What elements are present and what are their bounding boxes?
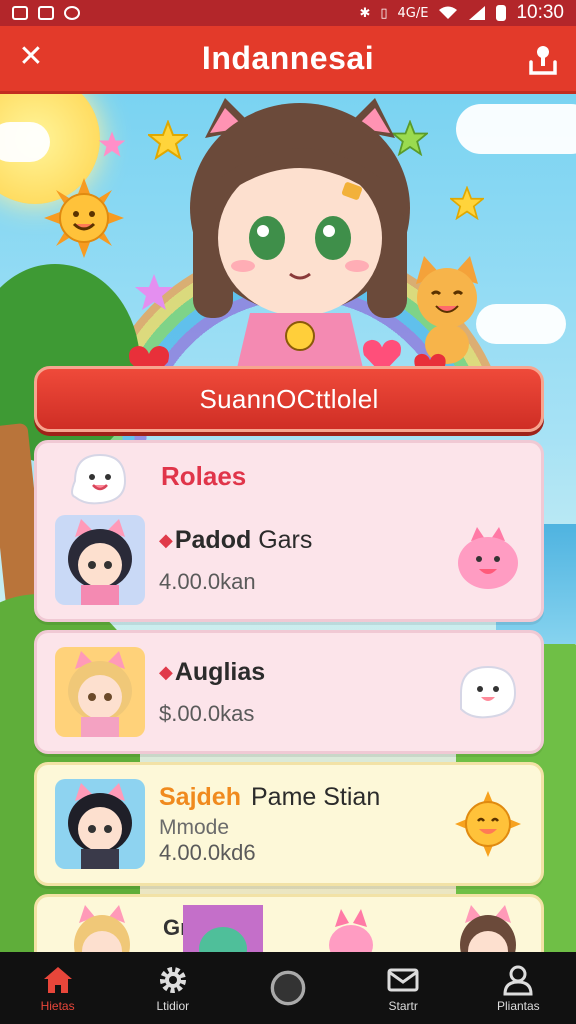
dino-icon [183,905,263,952]
list-card[interactable]: Grr [34,894,544,952]
wifi-icon [439,6,458,19]
nav-label: Ltidior [156,999,190,1013]
item-detail: $.00.0kas [159,700,255,726]
star-decoration-icon [98,131,126,157]
avatar [460,905,516,952]
cloud-illustration [456,104,576,154]
bluetooth-icon: ✱ [359,5,371,21]
banner-text: SuannOCttlolel [199,383,379,414]
avatar [55,647,145,737]
battery-icon [496,5,507,21]
close-icon[interactable]: ✕ [14,40,48,74]
app-notification-icon [38,6,54,20]
gear-icon [159,967,186,993]
app-header: ✕ Indannesai [0,26,576,94]
nav-item-settings[interactable]: Ltidior [123,963,223,1013]
nav-item-center[interactable] [238,969,338,1007]
nav-item-profile[interactable]: Pliantas [468,963,568,1013]
mail-icon [387,968,419,992]
section-header: Rolaes [161,460,247,491]
smiling-sun-icon [44,178,124,258]
gallery-notification-icon [12,6,28,20]
user-icon [503,965,533,996]
ghost-icon [71,453,127,505]
sync-notification-icon [64,6,80,20]
nav-label: Startr [388,999,418,1013]
gem-icon: ◆ [159,661,173,683]
title-banner: SuannOCttlolel [34,366,544,432]
nav-label: Hietas [40,999,75,1013]
list-card: Sajdeh Pame Stian Mmode 4.00.0kd6 [34,762,544,886]
list-item[interactable]: ◆ Auglias $.00.0kas [37,633,541,751]
status-bar: ✱ ▯ 4G/E 10:30 [0,0,576,26]
list-item[interactable]: ◆ Padod Gars 4.00.0kan [37,509,541,619]
nav-label: Pliantas [496,999,540,1013]
upload-icon[interactable] [528,42,558,76]
cat-mascot-icon [416,256,478,364]
item-detail: 4.00.0kan [159,568,256,594]
pink-creature-icon [458,527,518,589]
bottom-navigation: Hietas Ltidior Startr Pliantas [0,952,576,1024]
gem-icon: ◆ [159,529,173,551]
nav-item-home[interactable]: Hietas [8,963,108,1013]
signal-icon [469,6,486,20]
nav-item-mail[interactable]: Startr [353,963,453,1013]
star-decoration-icon [450,186,484,220]
list-card: Rolaes ◆ Padod Gars 4.00.0kan [34,440,544,622]
cloud-illustration [0,122,50,162]
circle-icon [270,970,306,1006]
network-label: 4G/E [397,5,429,21]
avatar [55,515,145,605]
avatar [55,779,145,869]
item-subtitle: Mmode [159,815,230,839]
hero-banner: SuannOCttlolel Rolaes ◆ Padod Gars 4.00.… [0,94,576,952]
home-icon [43,967,72,993]
list-card: ◆ Auglias $.00.0kas [34,630,544,754]
pink-creature-icon [329,909,373,952]
item-list: Rolaes ◆ Padod Gars 4.00.0kan ◆ Auglias … [34,440,544,952]
item-title: Sajdeh Pame Stian [159,782,381,811]
smiling-sun-icon [455,791,521,857]
clock: 10:30 [516,2,564,23]
item-detail: 4.00.0kd6 [159,839,256,865]
list-item[interactable]: Sajdeh Pame Stian Mmode 4.00.0kd6 [37,765,541,883]
page-title: Indannesai [201,40,375,76]
avatar [74,905,130,952]
item-title: ◆ Auglias [159,657,266,686]
item-title: ◆ Padod Gars [159,525,313,554]
ghost-icon [460,665,517,719]
vibrate-icon: ▯ [380,5,388,21]
